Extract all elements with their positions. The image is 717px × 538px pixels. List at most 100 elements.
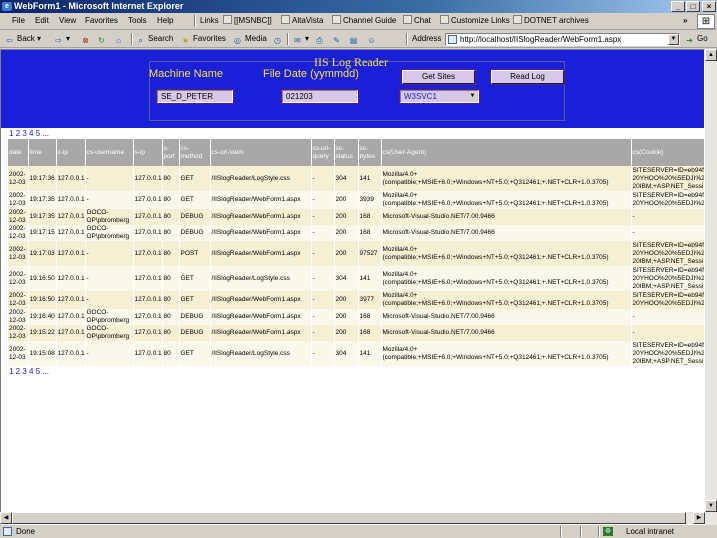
menu-file[interactable]: File bbox=[10, 15, 27, 27]
menu-tools[interactable]: Tools bbox=[126, 15, 149, 27]
table-cell: GOCO-OP\pbromberg bbox=[85, 209, 134, 225]
link-chat[interactable]: Chat bbox=[403, 15, 431, 27]
pager-top[interactable]: 1 2 3 4 5 ... bbox=[9, 129, 49, 138]
pager-bottom[interactable]: 1 2 3 4 5 ... bbox=[9, 367, 49, 376]
table-cell: 127.0.0.1 bbox=[133, 309, 163, 325]
back-button[interactable]: ⇦ Back ▾ bbox=[4, 33, 41, 46]
read-log-button[interactable]: Read Log bbox=[490, 69, 565, 85]
page-icon bbox=[332, 15, 341, 24]
table-cell: /IISlogReader/WebForm1.aspx bbox=[210, 241, 312, 266]
close-button[interactable]: × bbox=[702, 1, 716, 12]
table-cell: GET bbox=[179, 341, 211, 366]
column-header: s-port bbox=[162, 139, 180, 166]
address-bar[interactable]: http://localhost/IISlogReader/WebForm1.a… bbox=[445, 33, 680, 46]
machine-name-input[interactable]: SE_D_PETER bbox=[156, 89, 234, 104]
table-cell: 127.0.0.1 bbox=[133, 166, 163, 191]
favorites-button[interactable]: ★ Favorites bbox=[180, 33, 226, 46]
get-sites-button[interactable]: Get Sites bbox=[401, 69, 476, 85]
status-text: Done bbox=[16, 527, 36, 536]
zone-text: Local intranet bbox=[626, 527, 675, 536]
table-cell: 80 bbox=[162, 266, 180, 291]
home-button[interactable]: ⌂ bbox=[113, 33, 126, 46]
table-cell: 127.0.0.1 bbox=[56, 209, 86, 225]
chevron-right-icon[interactable]: » bbox=[683, 15, 687, 27]
history-button[interactable]: ◷ bbox=[272, 33, 285, 46]
table-cell: 127.0.0.1 bbox=[56, 341, 86, 366]
menu-edit[interactable]: Edit bbox=[33, 15, 51, 27]
column-header: cs-method bbox=[179, 139, 211, 166]
machine-name-label: Machine Name bbox=[149, 68, 223, 80]
table-cell: 80 bbox=[162, 241, 180, 266]
scroll-thumb[interactable] bbox=[12, 512, 686, 524]
menu-view[interactable]: View bbox=[57, 15, 78, 27]
table-cell: 2002-12-03 bbox=[8, 241, 29, 266]
maximize-button[interactable]: □ bbox=[686, 1, 700, 12]
print-icon: ⎙ bbox=[316, 36, 323, 45]
table-cell: 127.0.0.1 bbox=[133, 291, 163, 309]
table-cell: 127.0.0.1 bbox=[56, 241, 86, 266]
header-banner: IIS Log Reader Machine Name File Date (y… bbox=[1, 50, 704, 128]
table-cell: /IISlogReader/WebForm1.aspx bbox=[210, 209, 312, 225]
chevron-down-icon: ▼ bbox=[468, 92, 477, 101]
table-cell: 127.0.0.1 bbox=[133, 225, 163, 241]
table-cell: 2002-12-03 bbox=[8, 225, 29, 241]
separator bbox=[406, 33, 408, 45]
table-cell: SITESERVER=ID=eb94f 20YHOO%20%5EDJI%2 bbox=[631, 191, 705, 209]
link-msnbc[interactable]: [[MSNBC]] bbox=[223, 15, 272, 27]
table-cell: 127.0.0.1 bbox=[133, 266, 163, 291]
messenger-button[interactable]: ☺ bbox=[366, 33, 379, 46]
discuss-button[interactable]: ▤ bbox=[348, 33, 361, 46]
table-row: 2002-12-03 19:17:36 127.0.0.1-127.0.0.1 80 G… bbox=[8, 166, 704, 191]
minimize-button[interactable]: _ bbox=[671, 1, 685, 12]
table-cell: 80 bbox=[162, 325, 180, 341]
log-table: date time c-ip cs-username s-ip s-port cs-meth… bbox=[8, 139, 705, 366]
page-icon bbox=[448, 35, 457, 44]
menu-help[interactable]: Help bbox=[155, 15, 175, 27]
link-customize-links[interactable]: Customize Links bbox=[440, 15, 510, 27]
scroll-up-icon[interactable]: ▲ bbox=[705, 49, 717, 61]
scroll-left-icon[interactable]: ◀ bbox=[0, 512, 12, 524]
forward-button[interactable]: ⇨ ▾ bbox=[53, 33, 70, 46]
stop-button[interactable]: ⊗ bbox=[80, 33, 93, 46]
vertical-scrollbar[interactable]: ▲ ▼ bbox=[705, 49, 717, 525]
forward-arrow-icon: ⇨ bbox=[55, 36, 62, 45]
refresh-button[interactable]: ↻ bbox=[96, 33, 109, 46]
table-cell: 127.0.0.1 bbox=[133, 241, 163, 266]
table-cell: 127.0.0.1 bbox=[56, 191, 86, 209]
table-cell: 168 bbox=[358, 309, 382, 325]
column-header: s-ip bbox=[133, 139, 163, 166]
menu-favorites[interactable]: Favorites bbox=[83, 15, 120, 27]
table-cell: GET bbox=[179, 191, 211, 209]
table-cell: 141 bbox=[358, 166, 382, 191]
table-cell: 127.0.0.1 bbox=[56, 266, 86, 291]
page-icon bbox=[3, 527, 12, 536]
link-altavista[interactable]: AltaVista bbox=[281, 15, 323, 27]
table-cell: 2002-12-03 bbox=[8, 266, 29, 291]
column-header: time bbox=[28, 139, 57, 166]
link-dotnet-archives[interactable]: DOTNET archives bbox=[513, 15, 589, 27]
table-cell: 127.0.0.1 bbox=[56, 166, 86, 191]
media-icon: ◎ bbox=[234, 36, 241, 45]
scroll-down-icon[interactable]: ▼ bbox=[705, 500, 717, 512]
print-button[interactable]: ⎙ bbox=[314, 33, 327, 46]
status-bar: Done ◍ Local intranet bbox=[0, 525, 717, 538]
table-cell: 200 bbox=[334, 325, 359, 341]
table-cell: 127.0.0.1 bbox=[133, 341, 163, 366]
scroll-right-icon[interactable]: ▶ bbox=[693, 512, 705, 524]
mail-button[interactable]: ✉ ▾ bbox=[292, 33, 309, 46]
link-channel-guide[interactable]: Channel Guide bbox=[332, 15, 396, 27]
horizontal-scrollbar[interactable]: ◀ ▶ bbox=[0, 512, 705, 524]
table-cell: - bbox=[85, 341, 134, 366]
search-button[interactable]: ⌕ Search bbox=[135, 33, 173, 46]
go-button[interactable]: ➜ Go bbox=[684, 33, 708, 46]
media-button[interactable]: ◎ Media bbox=[232, 33, 267, 46]
table-header-row: date time c-ip cs-username s-ip s-port cs-meth… bbox=[8, 139, 704, 166]
file-date-input[interactable]: 021203 bbox=[281, 89, 359, 104]
home-icon: ⌂ bbox=[116, 36, 121, 45]
edit-button[interactable]: ✎ bbox=[331, 33, 344, 46]
site-select[interactable]: W3SVC1 ▼ bbox=[399, 89, 480, 104]
table-cell: 97527 bbox=[358, 241, 382, 266]
table-row: 2002-12-03 19:16:40 127.0.0.1 GOCO-OP\pbrom… bbox=[8, 309, 704, 325]
address-dropdown-button[interactable]: ▼ bbox=[668, 34, 679, 45]
table-cell: 141 bbox=[358, 341, 382, 366]
